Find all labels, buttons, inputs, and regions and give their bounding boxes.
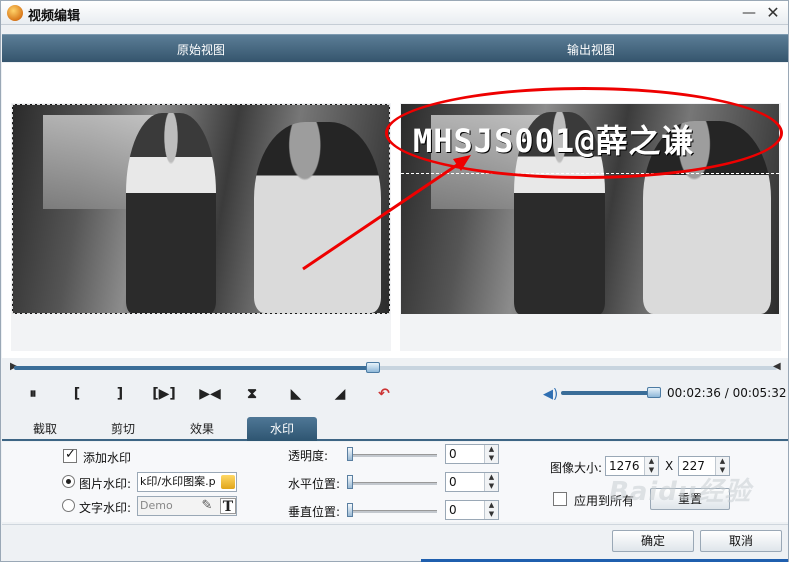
- scene-man: [125, 113, 217, 313]
- opacity-slider[interactable]: [347, 454, 437, 457]
- apply-to-all-checkbox[interactable]: [553, 492, 567, 506]
- vertical-position-value: 0: [449, 503, 457, 517]
- timeline-end-marker[interactable]: ◀: [773, 361, 781, 375]
- app-icon: [7, 5, 23, 21]
- horizontal-position-value: 0: [449, 475, 457, 489]
- text-watermark-label: 文字水印:: [79, 501, 132, 515]
- opacity-label: 透明度:: [288, 449, 329, 463]
- video-edit-window: 视频编辑 — ✕ 原始视图 输出视图 MHSJS001@薛之谦 ▶ ◀: [0, 0, 789, 562]
- footer-bar: 确定 取消: [2, 524, 788, 561]
- tab-effects[interactable]: 效果: [167, 417, 237, 441]
- text-watermark-radio[interactable]: [62, 499, 75, 512]
- timeline-thumb[interactable]: [366, 362, 380, 373]
- next-frame-button[interactable]: ▶◀: [197, 383, 223, 405]
- vertical-position-thumb[interactable]: [347, 503, 353, 517]
- spin-arrows-icon[interactable]: ▲ ▼: [484, 501, 498, 519]
- mark-in-button[interactable]: [: [66, 383, 88, 405]
- opacity-value: 0: [449, 447, 457, 461]
- spin-arrows-icon[interactable]: ▲ ▼: [484, 473, 498, 491]
- volume-thumb[interactable]: [647, 387, 661, 398]
- rotate-left-button[interactable]: ◣: [285, 383, 307, 405]
- spin-arrows-icon[interactable]: ▲ ▼: [484, 445, 498, 463]
- volume-icon[interactable]: ◀): [543, 387, 558, 402]
- volume-slider[interactable]: [561, 391, 661, 395]
- vertical-position-label: 垂直位置:: [288, 505, 341, 519]
- mark-out-button[interactable]: ]: [109, 383, 131, 405]
- text-format-icon[interactable]: T: [220, 498, 236, 515]
- horizontal-position-spinbox[interactable]: 0 ▲ ▼: [445, 472, 499, 492]
- folder-icon[interactable]: [221, 475, 235, 489]
- pause-button[interactable]: ⏸: [22, 383, 44, 405]
- ok-button[interactable]: 确定: [612, 530, 694, 552]
- output-view-label: 输出视图: [567, 43, 616, 57]
- title-bar: 视频编辑 — ✕: [1, 1, 788, 25]
- scene-woman: [253, 121, 382, 313]
- time-display: 00:02:36 / 00:05:32: [667, 386, 787, 400]
- image-watermark-label: 图片水印:: [79, 477, 132, 491]
- step-forward-button[interactable]: [▶]: [151, 383, 177, 405]
- undo-button[interactable]: ↶: [373, 383, 395, 405]
- original-view-label: 原始视图: [177, 43, 226, 57]
- add-watermark-checkbox[interactable]: [63, 447, 77, 463]
- pen-icon[interactable]: ✎: [199, 498, 215, 514]
- baidu-overlay-watermark: Baidu经验: [609, 477, 752, 507]
- tab-bar: 截取 剪切 效果 水印: [2, 415, 788, 441]
- vertical-position-spinbox[interactable]: 0 ▲ ▼: [445, 500, 499, 520]
- image-watermark-radio[interactable]: [62, 475, 75, 488]
- window-title: 视频编辑: [28, 9, 81, 24]
- image-size-label: 图像大小:: [550, 461, 603, 475]
- horizontal-position-thumb[interactable]: [347, 475, 353, 489]
- horizontal-position-label: 水平位置:: [288, 477, 341, 491]
- add-watermark-label: 添加水印: [83, 451, 132, 465]
- timeline-progress: [14, 366, 373, 370]
- timeline[interactable]: ▶ ◀: [10, 361, 781, 375]
- opacity-thumb[interactable]: [347, 447, 353, 461]
- tab-capture[interactable]: 截取: [10, 417, 80, 441]
- flip-vertical-button[interactable]: ⧗: [241, 383, 263, 405]
- vertical-position-slider[interactable]: [347, 510, 437, 513]
- horizontal-position-slider[interactable]: [347, 482, 437, 485]
- original-video-frame[interactable]: [12, 104, 390, 314]
- rotate-right-button[interactable]: ◢: [329, 383, 351, 405]
- cancel-button[interactable]: 取消: [700, 530, 782, 552]
- playback-controls: ⏸ [ ] [▶] ▶◀ ⧗ ◣ ◢ ↶ ◀) 00:02:36 / 00:05…: [2, 379, 788, 409]
- view-header: 原始视图 输出视图: [2, 34, 788, 62]
- tab-cut[interactable]: 剪切: [88, 417, 158, 441]
- annotation-ellipse: [385, 87, 783, 179]
- close-icon[interactable]: ✕: [763, 3, 783, 23]
- tab-watermark[interactable]: 水印: [247, 417, 317, 441]
- opacity-spinbox[interactable]: 0 ▲ ▼: [445, 444, 499, 464]
- minimize-icon[interactable]: —: [739, 3, 759, 23]
